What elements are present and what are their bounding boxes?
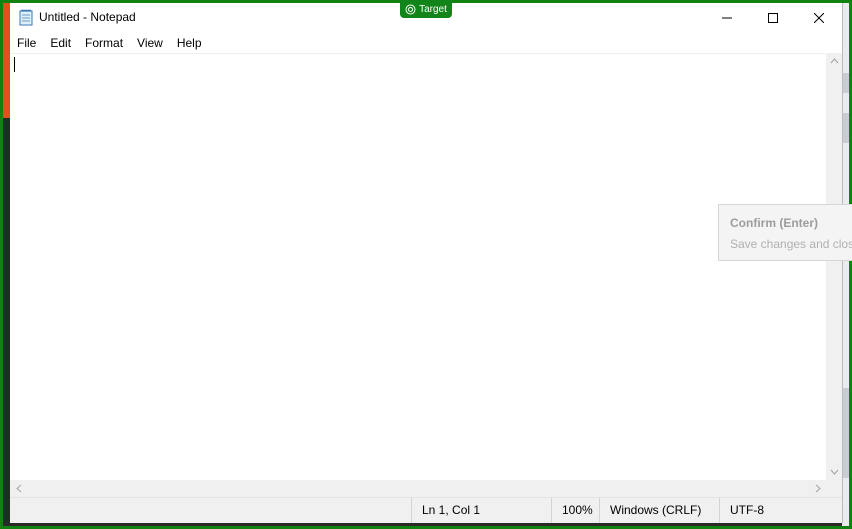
maximize-button[interactable] <box>750 3 796 33</box>
encoding: UTF-8 <box>719 498 842 523</box>
background-window-edge <box>842 3 849 526</box>
scroll-down-icon[interactable] <box>826 464 842 480</box>
menu-format[interactable]: Format <box>78 33 130 53</box>
menu-help[interactable]: Help <box>170 33 209 53</box>
scroll-corner <box>826 480 842 497</box>
scroll-left-icon[interactable] <box>10 480 27 497</box>
scroll-right-icon[interactable] <box>809 480 826 497</box>
minimize-icon <box>722 17 732 19</box>
tooltip-title: Confirm (Enter) <box>730 216 818 230</box>
menu-edit[interactable]: Edit <box>43 33 78 53</box>
line-ending: Windows (CRLF) <box>599 498 719 523</box>
zoom-level: 100% <box>551 498 599 523</box>
minimize-button[interactable] <box>704 3 750 33</box>
target-icon <box>405 4 416 14</box>
scroll-up-icon[interactable] <box>826 53 842 69</box>
notepad-icon <box>19 9 33 26</box>
cursor-position: Ln 1, Col 1 <box>411 498 551 523</box>
close-icon <box>814 13 824 23</box>
confirm-tooltip: Confirm (Enter) Save changes and close <box>718 204 852 261</box>
horizontal-scrollbar[interactable] <box>10 480 826 497</box>
tooltip-description: Save changes and close <box>730 237 852 251</box>
maximize-icon <box>768 13 778 23</box>
text-editor[interactable] <box>10 53 826 481</box>
close-button[interactable] <box>796 3 842 33</box>
target-badge: Target <box>400 0 452 18</box>
background-window-edge <box>3 118 10 523</box>
status-bar: Ln 1, Col 1 100% Windows (CRLF) UTF-8 <box>10 497 842 523</box>
menu-bar: File Edit Format View Help <box>10 33 842 53</box>
vertical-scrollbar[interactable] <box>826 53 842 480</box>
menu-view[interactable]: View <box>130 33 170 53</box>
menu-file[interactable]: File <box>10 33 43 53</box>
target-label: Target <box>419 3 447 15</box>
text-caret <box>14 57 15 72</box>
window-title: Untitled - Notepad <box>39 10 136 24</box>
notepad-window: Untitled - Notepad File Edit Format View… <box>10 3 843 523</box>
background-window-edge <box>3 3 10 118</box>
